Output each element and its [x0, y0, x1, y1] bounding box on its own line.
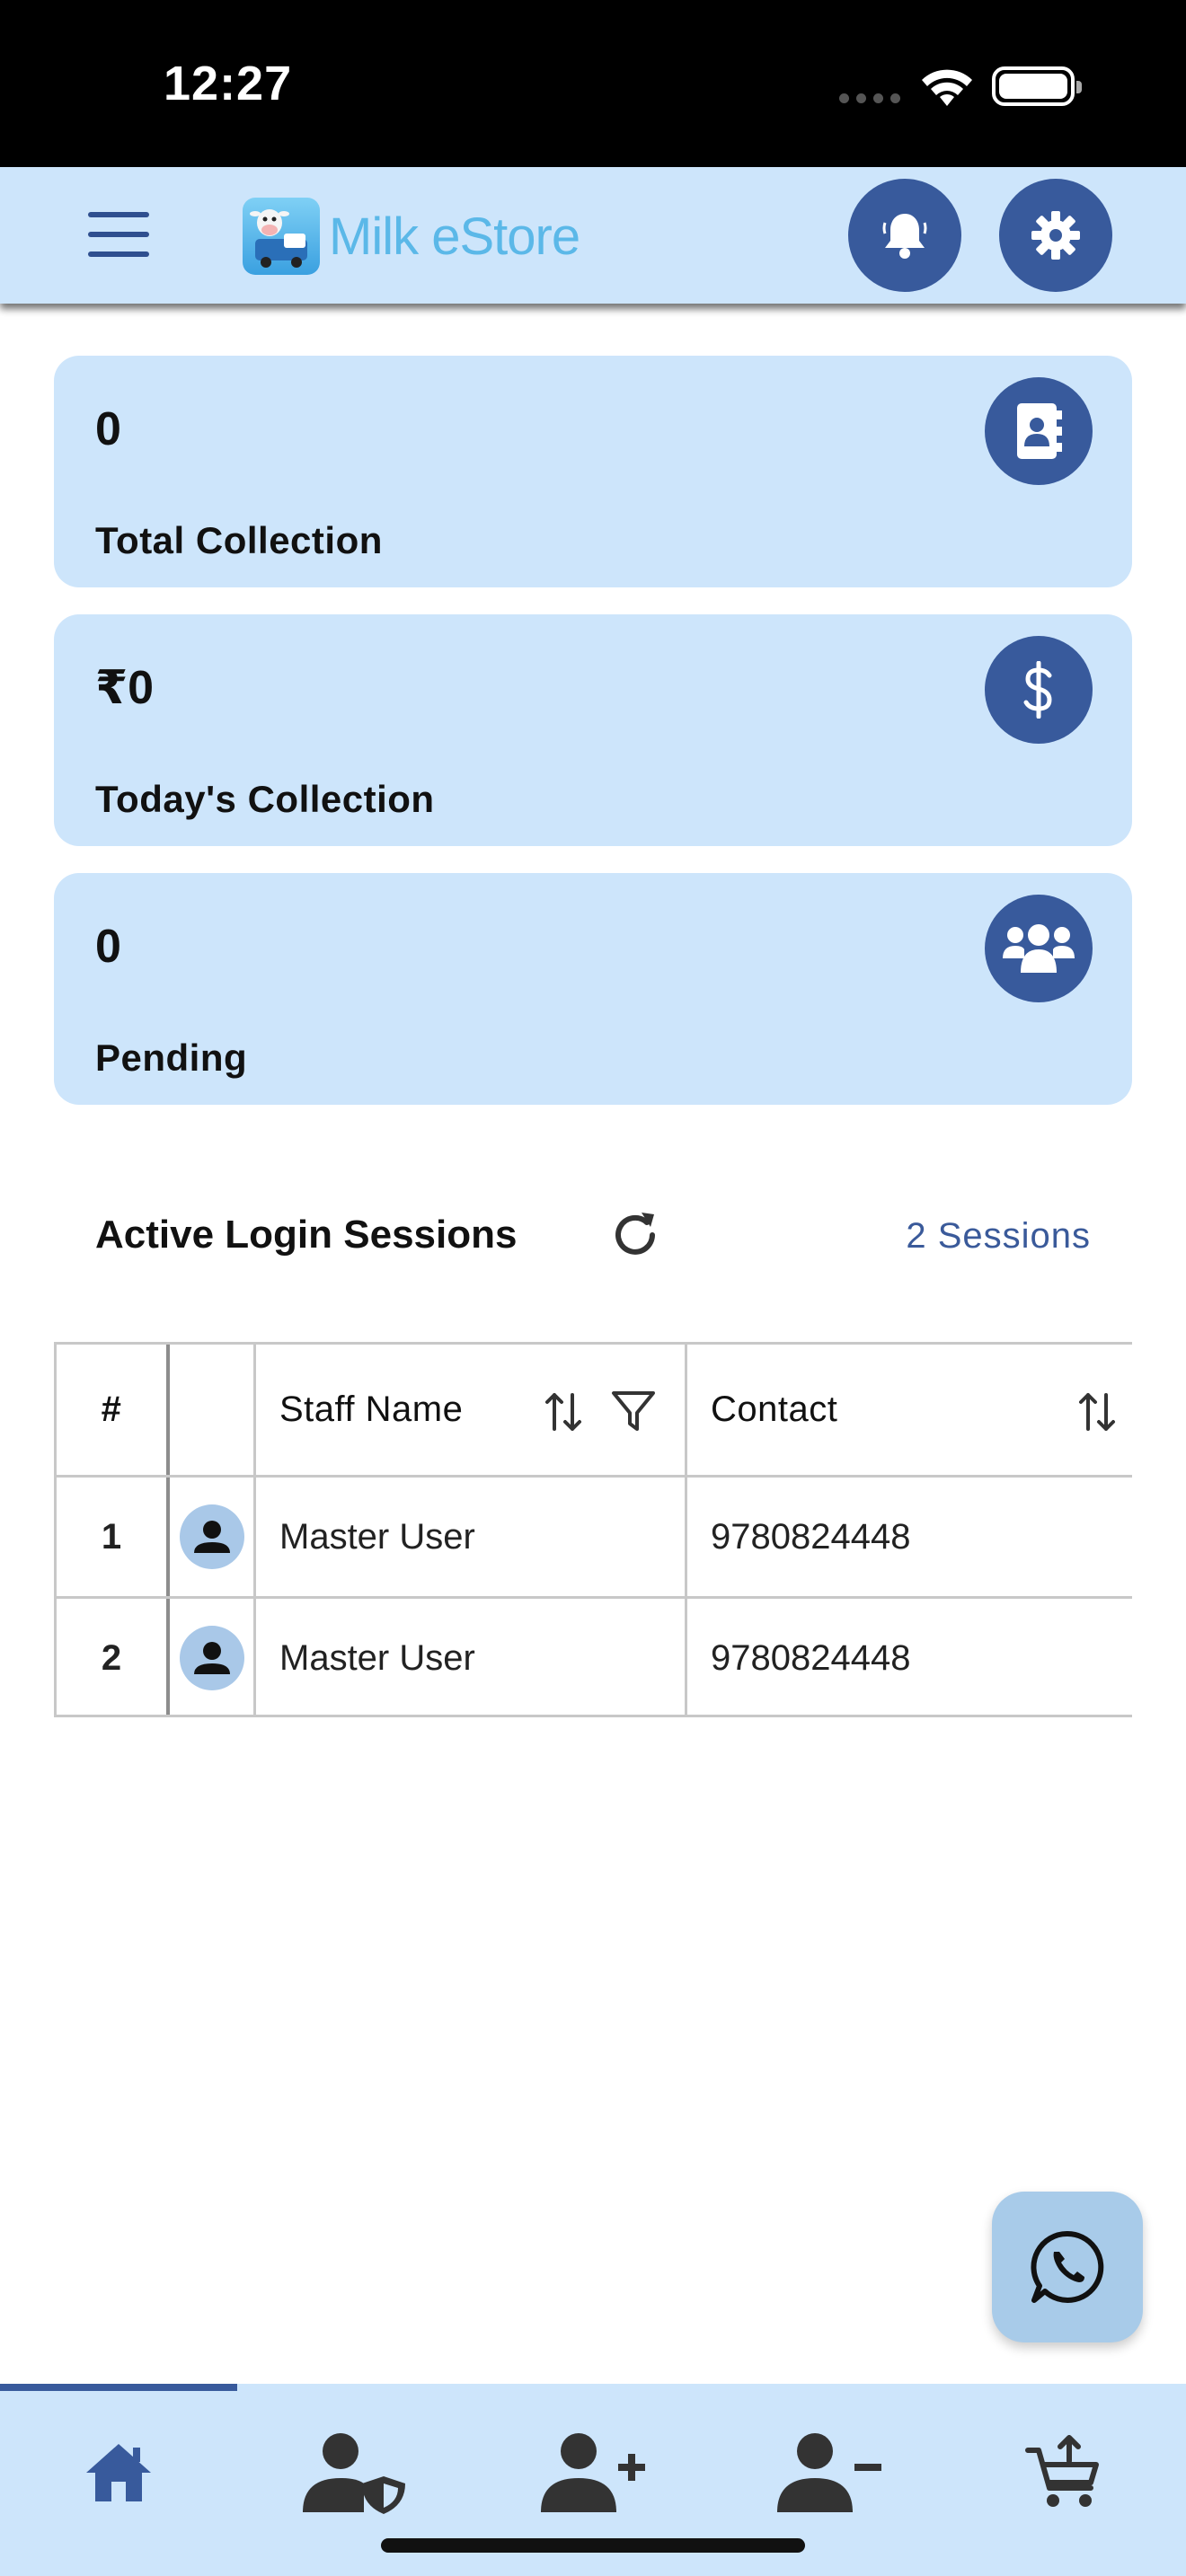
column-header-contact[interactable]: Contact [687, 1345, 1132, 1475]
home-icon [86, 2444, 151, 2501]
hamburger-menu-icon[interactable] [88, 212, 149, 257]
avatar [170, 1599, 256, 1715]
notifications-button[interactable] [848, 179, 961, 292]
app-logo: Milk eStore [243, 198, 580, 275]
cart-upload-icon [1025, 2435, 1099, 2507]
status-time: 12:27 [164, 57, 293, 110]
table-header-row: # Staff Name Contact [57, 1345, 1132, 1478]
wifi-icon [922, 69, 972, 106]
person-icon [179, 1626, 244, 1690]
settings-button[interactable] [999, 179, 1112, 292]
column-header-avatar [170, 1345, 256, 1475]
row-number: 1 [57, 1478, 170, 1596]
bell-icon [882, 214, 927, 259]
nav-cart[interactable] [1006, 2423, 1123, 2522]
sort-icon[interactable] [544, 1389, 583, 1434]
stat-label: Pending [95, 1037, 248, 1079]
user-shield-icon [303, 2433, 405, 2514]
sessions-table: # Staff Name Contact 1 Master User 97808… [54, 1342, 1132, 1717]
user-minus-icon [777, 2433, 881, 2512]
table-row[interactable]: 2 Master User 9780824448 [57, 1599, 1132, 1715]
staff-name: Master User [256, 1478, 687, 1596]
table-row[interactable]: 1 Master User 9780824448 [57, 1478, 1132, 1599]
column-header-label: Staff Name [279, 1389, 464, 1429]
user-plus-icon [541, 2433, 645, 2512]
stat-label: Today's Collection [95, 778, 435, 820]
column-header-label: Contact [711, 1389, 838, 1429]
stat-value: ₹0 [95, 662, 155, 714]
gear-icon [1031, 211, 1080, 260]
stat-value: 0 [95, 921, 121, 973]
whatsapp-button[interactable] [992, 2192, 1143, 2342]
row-number: 2 [57, 1599, 170, 1715]
sessions-count: 2 Sessions [906, 1216, 1091, 1256]
stat-label: Total Collection [95, 519, 383, 561]
cow-truck-logo-icon [243, 198, 320, 275]
contact: 9780824448 [711, 1516, 911, 1557]
contact-book-icon [985, 377, 1093, 485]
app-name: Milk eStore [329, 207, 580, 266]
filter-icon[interactable] [610, 1388, 657, 1434]
nav-add-user[interactable] [535, 2423, 651, 2522]
nav-staff-security[interactable] [296, 2423, 413, 2522]
users-group-icon [985, 895, 1093, 1002]
active-tab-indicator [0, 2384, 237, 2391]
app-bar: Milk eStore [0, 167, 1186, 304]
total-collection-card[interactable]: 0 Total Collection [54, 356, 1132, 587]
battery-icon [992, 66, 1082, 106]
home-indicator[interactable] [381, 2538, 805, 2553]
column-header-number: # [57, 1345, 170, 1475]
nav-home[interactable] [60, 2423, 177, 2522]
todays-collection-card[interactable]: ₹0 Today's Collection [54, 614, 1132, 846]
dollar-icon [985, 636, 1093, 744]
stat-value: 0 [95, 403, 121, 455]
nav-remove-user[interactable] [771, 2423, 888, 2522]
staff-name: Master User [256, 1599, 687, 1715]
status-bar: 12:27 [0, 0, 1186, 167]
column-header-staff-name[interactable]: Staff Name [256, 1345, 687, 1475]
contact: 9780824448 [711, 1637, 911, 1678]
refresh-icon[interactable] [607, 1207, 663, 1263]
person-icon [179, 1504, 244, 1569]
pending-card[interactable]: 0 Pending [54, 873, 1132, 1105]
cellular-signal-icon [839, 93, 902, 103]
sessions-title: Active Login Sessions [95, 1213, 518, 1257]
sort-icon[interactable] [1077, 1389, 1117, 1434]
avatar [170, 1478, 256, 1596]
whatsapp-icon [1031, 2230, 1104, 2303]
